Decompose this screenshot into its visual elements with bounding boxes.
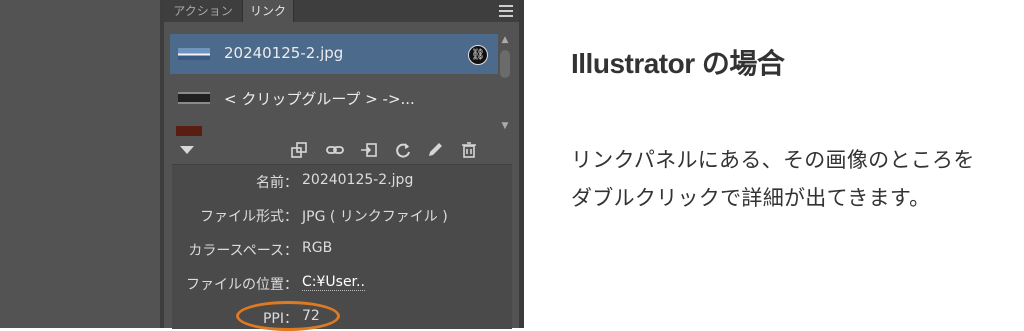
image-thumbnail	[178, 48, 210, 60]
article-paragraph-line: リンクパネルにある、その画像のところを	[571, 148, 975, 172]
workspace-area	[0, 0, 160, 328]
ppi-highlight-ring	[236, 301, 340, 331]
links-panel: アクション リンク 20240125-2.jpg ⛓ < クリップグループ > …	[164, 0, 519, 331]
update-link-icon[interactable]	[394, 141, 412, 159]
ai-thumbnail	[176, 126, 202, 136]
link-item-label: 20240125-2.jpg	[224, 44, 344, 62]
relink-icon[interactable]	[326, 141, 344, 159]
article-paragraph-line: ダブルクリックで詳細が出てきます。	[571, 186, 931, 210]
go-to-link-icon[interactable]	[360, 141, 378, 159]
link-item-selected[interactable]: 20240125-2.jpg ⛓	[170, 34, 498, 74]
article-text: Illustrator の場合 リンクパネルにある、その画像のところを ダブルク…	[571, 0, 1024, 328]
info-colorspace-value: RGB	[302, 240, 333, 256]
info-format-row: ファイル形式： JPG ( リンクファイル )	[172, 206, 512, 228]
scroll-up-icon[interactable]: ▲	[500, 36, 510, 45]
tab-actions[interactable]: アクション	[168, 0, 238, 22]
show-info-toggle-icon[interactable]	[180, 146, 194, 154]
article-heading: Illustrator の場合	[571, 48, 785, 79]
info-format-label: ファイル形式：	[200, 209, 298, 225]
info-location-link[interactable]: C:¥User..	[302, 274, 365, 291]
links-toolbar	[164, 136, 519, 164]
delete-icon[interactable]	[460, 141, 478, 159]
info-name-value: 20240125-2.jpg	[302, 172, 414, 188]
info-format-value: JPG ( リンクファイル )	[302, 209, 448, 225]
link-item-label: < クリップグループ > ->...	[224, 90, 415, 108]
relink-from-library-icon[interactable]	[290, 141, 308, 159]
info-ppi-row: PPI： 72	[172, 308, 512, 330]
link-item[interactable]: < クリップグループ > ->...	[170, 78, 498, 118]
scroll-down-icon[interactable]: ▼	[500, 122, 510, 131]
info-name-row: 名前： 20240125-2.jpg	[172, 172, 512, 194]
info-location-label: ファイルの位置：	[186, 277, 298, 293]
panel-tab-bar: アクション リンク	[164, 0, 519, 22]
tab-links[interactable]: リンク	[242, 0, 294, 22]
link-item[interactable]	[170, 122, 498, 136]
link-info-section: 名前： 20240125-2.jpg ファイル形式： JPG ( リンクファイル…	[172, 164, 512, 331]
info-name-label: 名前：	[256, 175, 298, 191]
link-embedded-icon: ⛓	[468, 45, 488, 65]
info-colorspace-label: カラースペース：	[188, 243, 298, 259]
panel-menu-icon[interactable]	[499, 5, 513, 17]
panel-edge	[519, 0, 524, 328]
edit-original-icon[interactable]	[426, 141, 444, 159]
info-location-row: ファイルの位置： C:¥User..	[172, 274, 512, 296]
app-window: アクション リンク 20240125-2.jpg ⛓ < クリップグループ > …	[0, 0, 524, 331]
group-thumbnail	[178, 92, 210, 104]
list-scrollbar[interactable]: ▲ ▼	[498, 34, 512, 136]
links-list: 20240125-2.jpg ⛓ < クリップグループ > ->...	[170, 34, 498, 136]
info-colorspace-row: カラースペース： RGB	[172, 240, 512, 262]
scroll-thumb[interactable]	[500, 50, 510, 78]
